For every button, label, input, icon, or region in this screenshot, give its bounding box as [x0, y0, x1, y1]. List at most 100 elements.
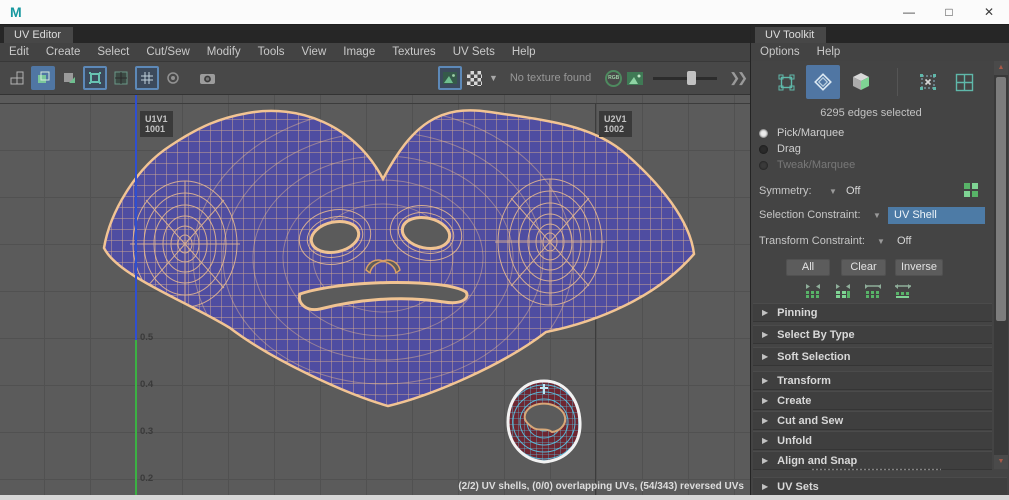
menu-help[interactable]: Help — [512, 46, 536, 58]
os-titlebar: M — □ ✕ — [0, 0, 1009, 25]
menu-create[interactable]: Create — [46, 46, 81, 58]
expand-arrow-icon — [762, 308, 768, 317]
shell-layout-icon[interactable] — [31, 66, 55, 90]
exposure-image-icon[interactable] — [627, 71, 644, 85]
panel-resize-grip[interactable] — [811, 468, 941, 471]
menu-options[interactable]: Options — [760, 46, 800, 58]
texture-toolbar-group: No texture found RGB — [437, 66, 745, 90]
shrink-selection-icon[interactable] — [803, 283, 825, 298]
section-label: Select By Type — [777, 328, 855, 341]
rgb-channels-icon[interactable]: RGB — [605, 69, 623, 87]
section-uv-sets[interactable]: UV Sets — [753, 477, 1007, 496]
mode-tweak-marquee: Tweak/Marquee — [759, 159, 855, 171]
mode-label: Pick/Marquee — [777, 127, 845, 139]
select-clear-button[interactable]: Clear — [841, 259, 886, 276]
menu-tools[interactable]: Tools — [258, 46, 285, 58]
section-label: Transform — [777, 374, 831, 387]
dim-image-icon[interactable] — [161, 66, 185, 90]
mode-pick-marquee[interactable]: Pick/Marquee — [759, 127, 844, 139]
editor-menubar: Edit Create Select Cut/Sew Modify Tools … — [0, 43, 750, 61]
uv-shell-secondary[interactable] — [500, 376, 588, 468]
select-edge-loop-icon[interactable] — [863, 283, 885, 298]
section-unfold[interactable]: Unfold — [753, 431, 992, 450]
expand-toolbar-icon[interactable] — [729, 70, 745, 86]
scroll-down-icon[interactable] — [994, 455, 1008, 469]
selection-constraint-value[interactable]: UV Shell — [888, 207, 985, 224]
symmetry-dropdown-icon[interactable] — [829, 187, 837, 196]
grid-display-icon[interactable] — [135, 66, 159, 90]
udim-label-1002: U2V1 1002 — [599, 111, 632, 137]
menu-select[interactable]: Select — [97, 46, 129, 58]
texture-image-icon[interactable] — [437, 66, 462, 90]
menu-cut-sew[interactable]: Cut/Sew — [146, 46, 189, 58]
image-dim-slider[interactable] — [653, 71, 718, 85]
expand-arrow-icon — [762, 436, 768, 445]
tab-uv-toolkit[interactable]: UV Toolkit — [755, 27, 827, 43]
symmetry-grid-icon[interactable] — [963, 182, 979, 198]
select-all-button[interactable]: All — [786, 259, 830, 276]
minimize-button[interactable]: — — [889, 0, 929, 24]
grow-selection-icon[interactable] — [833, 283, 855, 298]
section-cut-and-sew[interactable]: Cut and Sew — [753, 411, 992, 430]
menu-uv-sets[interactable]: UV Sets — [453, 46, 495, 58]
menu-textures[interactable]: Textures — [392, 46, 435, 58]
uv-snapshot-icon[interactable] — [195, 66, 219, 90]
slider-handle[interactable] — [687, 71, 697, 85]
mode-label: Drag — [777, 143, 801, 155]
section-pinning[interactable]: Pinning — [753, 303, 992, 322]
toolkit-scrollbar[interactable] — [994, 61, 1008, 469]
uv-tiles-icon[interactable] — [5, 66, 29, 90]
toolkit-body: 6295 edges selected Pick/Marquee Drag Tw… — [751, 61, 1009, 496]
section-create[interactable]: Create — [753, 391, 992, 410]
expand-arrow-icon — [762, 456, 768, 465]
grid-snap-icon[interactable] — [109, 66, 133, 90]
axis-tick-03: 0.3 — [140, 426, 154, 437]
select-edge-ring-icon[interactable] — [893, 283, 915, 298]
uv-mesh-face-shell[interactable] — [100, 108, 696, 410]
vertex-selection-icon[interactable] — [771, 67, 801, 97]
v-axis-blue — [135, 95, 137, 340]
udim-uv-label: U1V1 — [145, 114, 168, 124]
menu-modify[interactable]: Modify — [207, 46, 241, 58]
cut-shell-icon[interactable] — [57, 66, 81, 90]
section-label: Align and Snap — [777, 454, 858, 467]
expand-arrow-icon — [762, 376, 768, 385]
tab-uv-editor[interactable]: UV Editor — [4, 27, 74, 43]
scrollbar-handle[interactable] — [996, 77, 1006, 321]
uv-canvas[interactable]: U1V1 1001 U2V1 1002 0.5 0.4 0.3 0.2 (2/2… — [0, 95, 750, 495]
mode-drag[interactable]: Drag — [759, 143, 801, 155]
axis-tick-02: 0.2 — [140, 473, 154, 484]
shell-border-icon[interactable] — [83, 66, 107, 90]
uv-statistics-status: (2/2) UV shells, (0/0) overlapping UVs, … — [458, 481, 744, 492]
texture-dropdown-icon[interactable] — [489, 73, 498, 83]
menu-image[interactable]: Image — [343, 46, 375, 58]
window-bottom-edge — [0, 495, 1009, 500]
window-controls: — □ ✕ — [889, 0, 1009, 24]
section-label: Cut and Sew — [777, 414, 844, 427]
checker-map-icon[interactable] — [466, 70, 482, 86]
section-label: Soft Selection — [777, 350, 851, 363]
udim-uv-label: U2V1 — [604, 114, 627, 124]
editor-tab-bar: UV Editor — [0, 25, 750, 43]
face-selection-icon[interactable] — [846, 67, 876, 97]
section-transform[interactable]: Transform — [753, 371, 992, 390]
menu-edit[interactable]: Edit — [9, 46, 29, 58]
select-inverse-button[interactable]: Inverse — [895, 259, 943, 276]
section-soft-selection[interactable]: Soft Selection — [753, 347, 992, 366]
edge-selection-icon[interactable] — [806, 65, 840, 99]
uv-selection-icon[interactable] — [913, 67, 943, 97]
scroll-up-icon[interactable] — [994, 61, 1008, 75]
maximize-button[interactable]: □ — [929, 0, 969, 24]
symmetry-value[interactable]: Off — [846, 185, 860, 197]
transform-constraint-value[interactable]: Off — [897, 235, 911, 247]
maya-logo-icon: M — [10, 4, 22, 20]
section-select-by-type[interactable]: Select By Type — [753, 325, 992, 344]
selection-constraint-dropdown-icon[interactable] — [873, 211, 881, 220]
uv-shell-selection-icon[interactable] — [949, 67, 979, 97]
close-button[interactable]: ✕ — [969, 0, 1009, 24]
transform-constraint-dropdown-icon[interactable] — [877, 237, 885, 246]
menu-toolkit-help[interactable]: Help — [817, 46, 841, 58]
udim-number-label: 1002 — [604, 124, 625, 134]
section-label: Create — [777, 394, 812, 407]
menu-view[interactable]: View — [302, 46, 327, 58]
